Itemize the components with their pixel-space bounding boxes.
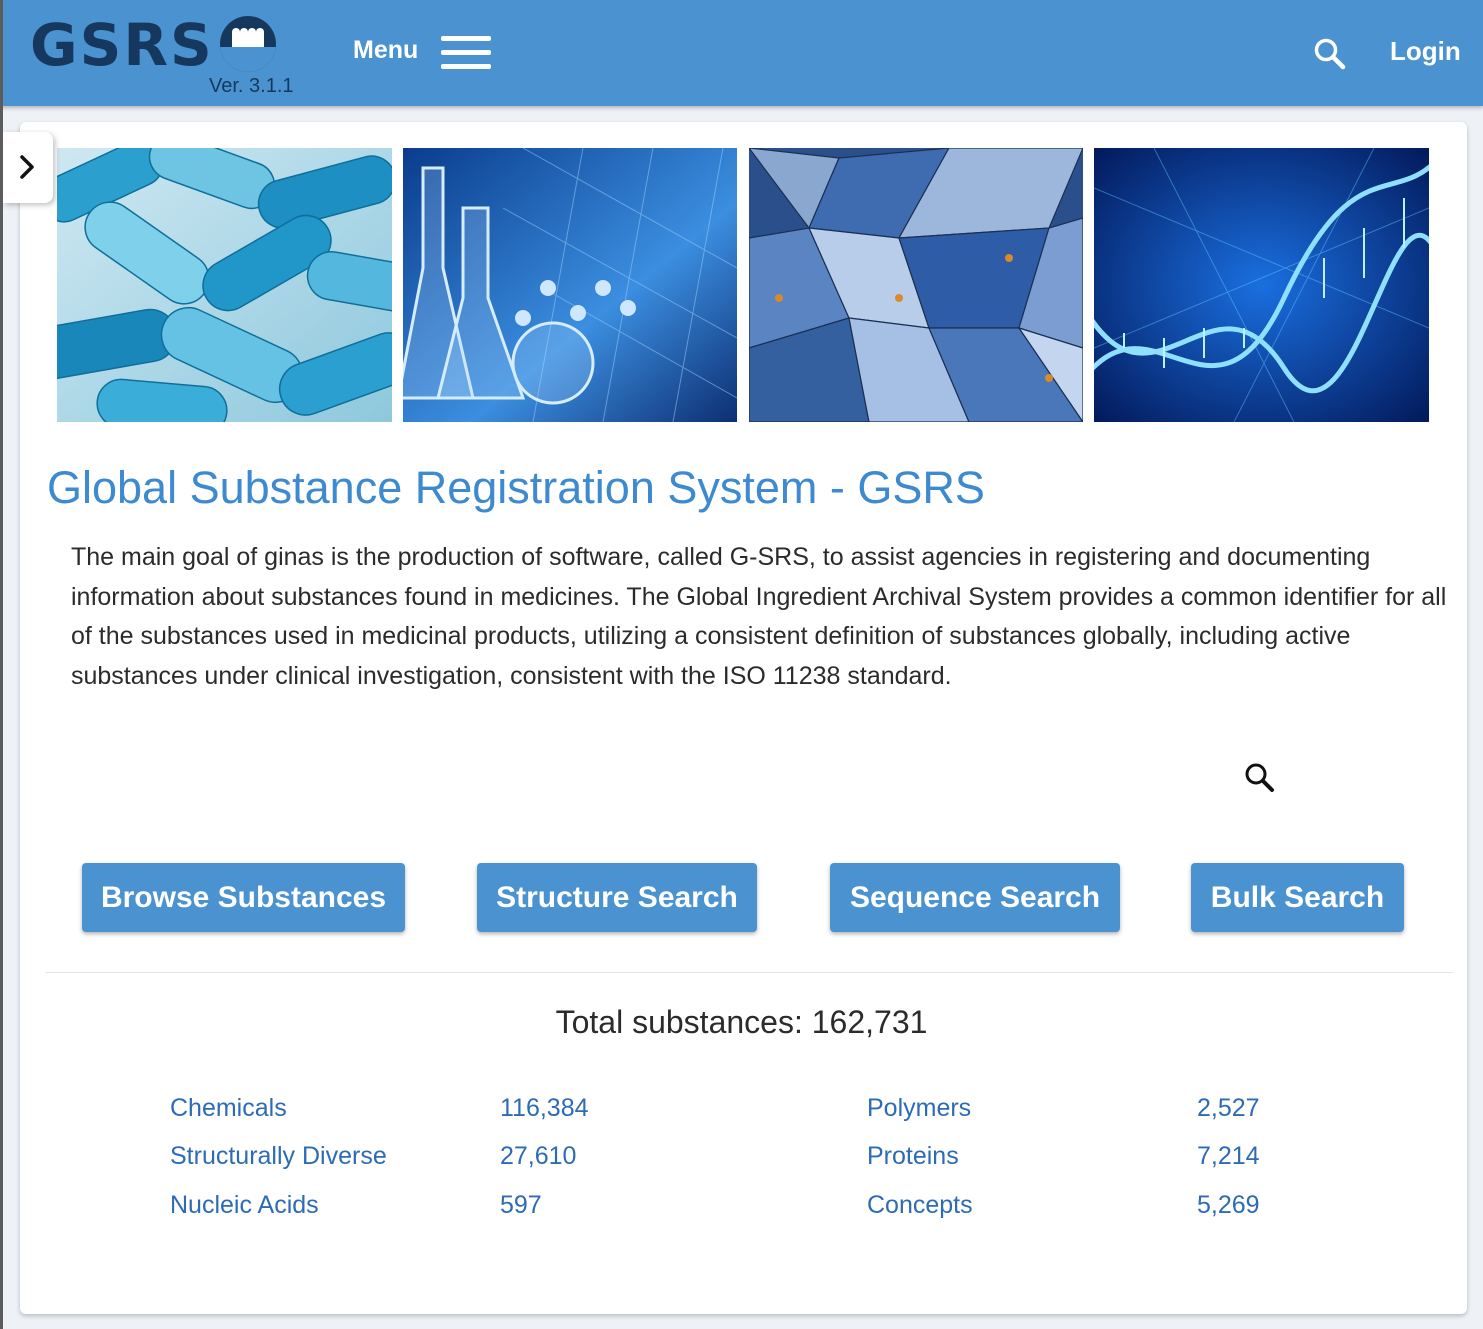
top-navbar: GSRS Ver. 3.1.1 Menu Login (0, 0, 1483, 106)
search-icon[interactable] (1312, 36, 1348, 72)
search-icon[interactable] (1242, 760, 1278, 796)
total-value: 162,731 (811, 1004, 928, 1040)
stat-value-nucleic-acids: 597 (500, 1191, 542, 1219)
bulk-search-button[interactable]: Bulk Search (1191, 863, 1404, 932)
version-label: Ver. 3.1.1 (209, 75, 294, 97)
window-edge (0, 0, 3, 1329)
page-title: Global Substance Registration System - G… (47, 462, 985, 513)
stat-value-chemicals: 116,384 (500, 1094, 589, 1122)
stat-value-concepts: 5,269 (1197, 1191, 1260, 1219)
stat-value-structurally-diverse: 27,610 (500, 1142, 577, 1170)
capsules-image (57, 148, 392, 422)
total-label: Total substances: (555, 1004, 803, 1040)
stat-label-concepts[interactable]: Concepts (867, 1191, 973, 1220)
stat-label-chemicals[interactable]: Chemicals (170, 1094, 287, 1123)
divider (46, 972, 1453, 973)
page-description: The main goal of ginas is the production… (71, 543, 1447, 690)
stat-label-proteins[interactable]: Proteins (867, 1142, 959, 1171)
chevron-right-icon (20, 155, 34, 179)
login-link[interactable]: Login (1390, 36, 1461, 67)
menu-label[interactable]: Menu (353, 36, 418, 65)
stat-value-polymers: 2,527 (1197, 1094, 1260, 1122)
dna-helix-image (1094, 148, 1429, 422)
browse-substances-button[interactable]: Browse Substances (82, 863, 405, 932)
stat-label-structurally-diverse[interactable]: Structurally Diverse (170, 1142, 387, 1171)
stat-value-proteins: 7,214 (1197, 1142, 1260, 1170)
stat-label-nucleic-acids[interactable]: Nucleic Acids (170, 1191, 319, 1220)
expand-sidebar-button[interactable] (3, 132, 53, 203)
gsrs-logo-icon[interactable] (220, 16, 276, 72)
stat-label-polymers[interactable]: Polymers (867, 1094, 971, 1123)
sequence-search-button[interactable]: Sequence Search (830, 863, 1120, 932)
blue-petals-image (749, 148, 1083, 422)
total-substances: Total substances: 162,731 (0, 1004, 1483, 1041)
logo-text[interactable]: GSRS (30, 10, 214, 80)
structure-search-button[interactable]: Structure Search (477, 863, 757, 932)
hamburger-menu-icon[interactable] (441, 36, 491, 70)
periodic-table-glassware-image (403, 148, 737, 422)
